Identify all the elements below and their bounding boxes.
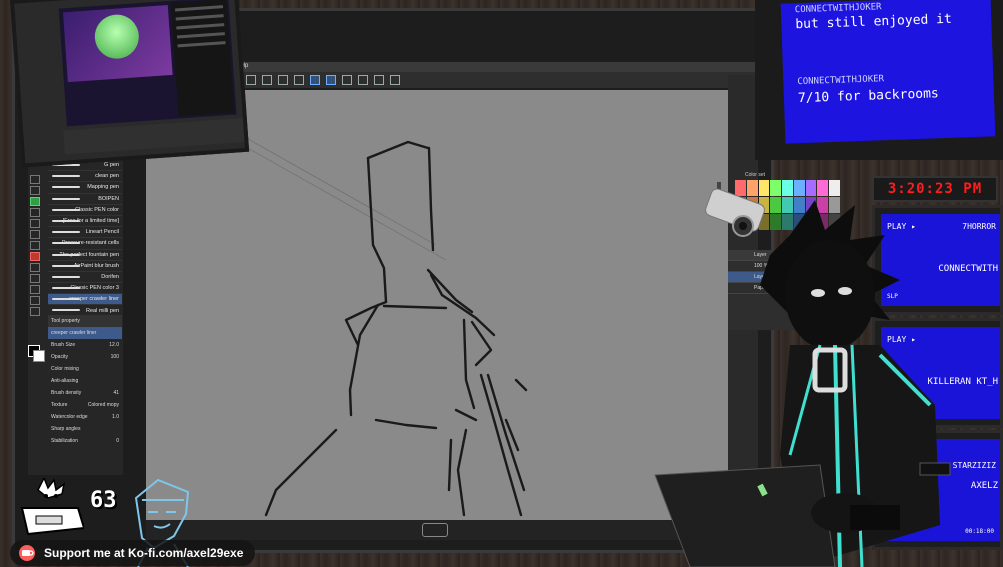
brush-item[interactable]: BOIPEN xyxy=(48,194,122,205)
text-tool-icon[interactable] xyxy=(30,285,40,294)
color-mixing-row[interactable]: Color mixing xyxy=(48,363,122,375)
brush-item[interactable]: Dorifen xyxy=(48,272,122,284)
brush-density-row[interactable]: Brush density 41 xyxy=(48,387,122,399)
stream-preview-monitor xyxy=(10,0,250,168)
chat-monitor: CONNECTWITHJOKER but still enjoyed it CO… xyxy=(755,0,1003,160)
stream-chat-panel xyxy=(170,0,235,117)
brush-item[interactable]: AirPaint blur brush xyxy=(48,261,122,272)
texture-row[interactable]: Texture Colored mopy xyxy=(48,399,122,411)
snap-icon[interactable] xyxy=(310,75,320,85)
frame-tool-icon[interactable] xyxy=(30,263,40,272)
brush-item[interactable]: The perfect fountain pen xyxy=(48,250,122,261)
blend-tool-icon[interactable] xyxy=(30,241,40,250)
chat-message: 7/10 for backrooms xyxy=(797,86,940,107)
navigator-knob[interactable] xyxy=(422,523,448,537)
chat-message: but still enjoyed it xyxy=(795,11,953,33)
stream-video xyxy=(62,5,173,83)
kofi-banner[interactable]: Support me at Ko-fi.com/axel29exe xyxy=(10,540,256,566)
eraser-tool-icon[interactable] xyxy=(30,208,40,217)
undo-icon[interactable] xyxy=(278,75,288,85)
brush-size-row[interactable]: Brush Size 12.0 xyxy=(48,339,122,351)
kofi-text: Support me at Ko-fi.com/axel29exe xyxy=(44,546,244,560)
vtuber-avatar xyxy=(654,200,951,567)
opacity-row[interactable]: Opacity 100 xyxy=(48,351,122,363)
brush-item[interactable]: Mapping pen xyxy=(48,182,122,194)
anti-aliasing-row[interactable]: Anti-aliasing xyxy=(48,375,122,387)
color-swatches[interactable] xyxy=(28,345,45,362)
watercolor-edge-row[interactable]: Watercolor edge 1.0 xyxy=(48,411,122,423)
pencil-tool-icon[interactable] xyxy=(30,186,40,195)
chat-username: CONNECTWITHJOKER xyxy=(797,74,885,88)
ruler-tool-icon[interactable] xyxy=(30,274,40,283)
stabilization-row[interactable]: Stabilization 0 xyxy=(48,435,122,447)
brush-item[interactable]: Classic PEN color xyxy=(48,205,122,216)
counter-display: 63 xyxy=(90,488,117,513)
select-icon[interactable] xyxy=(358,75,368,85)
avatar xyxy=(93,13,141,61)
color-set-label: Color set xyxy=(745,172,766,178)
brush-tool-icon[interactable] xyxy=(30,197,40,206)
chat-monitor-screen: CONNECTWITHJOKER but still enjoyed it CO… xyxy=(780,0,996,144)
figure-tool-icon[interactable] xyxy=(30,252,40,261)
crop-icon[interactable] xyxy=(374,75,384,85)
chat-username: CONNECTWITHJOKER xyxy=(794,2,882,16)
sub-tool-brush-list: G pen clean pen Mapping pen BOIPEN Class… xyxy=(48,160,122,317)
brush-item[interactable]: Classic PEN color 3 xyxy=(48,283,122,295)
redo-icon[interactable] xyxy=(294,75,304,85)
balloon-tool-icon[interactable] xyxy=(30,296,40,305)
fill-tool-icon[interactable] xyxy=(30,219,40,228)
correct-line-tool-icon[interactable] xyxy=(30,307,40,316)
selected-brush-name: creeper crawler liner xyxy=(51,330,97,336)
pen-tool-icon[interactable] xyxy=(30,175,40,184)
brush-item[interactable]: Pressure-resistant cells xyxy=(48,238,122,250)
tv-level: 00:18:00 xyxy=(965,528,994,535)
transform-icon[interactable] xyxy=(342,75,352,85)
save-icon[interactable] xyxy=(262,75,272,85)
brush-item[interactable]: clean pen xyxy=(48,171,122,183)
tv-name: AXELZ xyxy=(970,481,998,491)
tool-property-panel: Tool property creeper crawler liner Brus… xyxy=(48,315,122,460)
fill-icon[interactable] xyxy=(390,75,400,85)
tool-property-header: Tool property xyxy=(51,318,80,324)
cat-keyboard-icon xyxy=(20,478,84,536)
stream-preview-screen xyxy=(58,0,237,127)
tv-title: 7HORROR xyxy=(962,222,996,231)
gradient-tool-icon[interactable] xyxy=(30,230,40,239)
brush-item-selected[interactable]: creeper crawler liner xyxy=(48,294,122,306)
ruler-icon[interactable] xyxy=(326,75,336,85)
background-color[interactable] xyxy=(33,350,45,362)
brush-item[interactable]: Lineart Pencil xyxy=(48,227,122,239)
brush-item[interactable]: [Free for a limited time] xyxy=(48,216,122,228)
kofi-cup-icon xyxy=(19,545,35,561)
sharp-angles-row[interactable]: Sharp angles xyxy=(48,423,122,435)
open-file-icon[interactable] xyxy=(246,75,256,85)
